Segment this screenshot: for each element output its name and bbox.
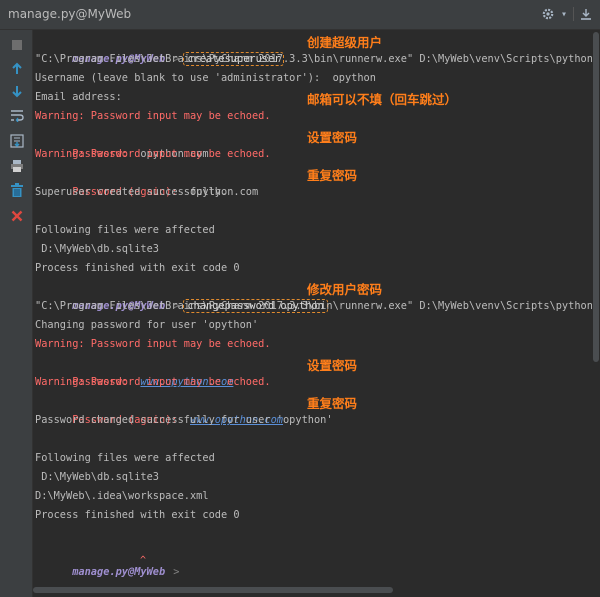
horizontal-scroll-thumb[interactable] <box>33 587 393 593</box>
annotation-change-password: 修改用户密码 <box>307 282 383 297</box>
prompt-line: manage.py@MyWeb > createsuperuser <box>35 31 285 66</box>
prompt-arrow: > <box>173 566 180 578</box>
console-line: D:\MyWeb\db.sqlite3 <box>35 471 159 483</box>
console-line: Changing password for user 'opython' <box>35 319 259 331</box>
header-actions: ▾ <box>541 5 592 23</box>
window-title: manage.py@MyWeb <box>8 7 132 21</box>
chevron-down-icon[interactable]: ▾ <box>561 5 567 23</box>
annotation-email-optional: 邮箱可以不填（回车跳过） <box>307 92 458 107</box>
scroll-down-icon[interactable] <box>8 83 25 100</box>
console-line: Password changed successfully for user '… <box>35 414 333 426</box>
vertical-scroll-thumb[interactable] <box>593 32 599 362</box>
input-caret[interactable]: ^ <box>140 551 146 570</box>
run-toolbar <box>0 30 33 597</box>
annotation-set-password: 设置密码 <box>307 130 358 145</box>
console-line: D:\MyWeb\db.sqlite3 <box>35 243 159 255</box>
password-line: Password: www.opython.com <box>35 354 233 388</box>
warning-line: Warning: Password input may be echoed. <box>35 338 271 350</box>
prompt-line: manage.py@MyWeb > <box>35 544 183 578</box>
console-line: "C:\Program Files\JetBrains\PyCharm 2017… <box>35 300 600 312</box>
horizontal-scrollbar[interactable] <box>33 585 592 595</box>
run-tool-window: manage.py@MyWeb ▾ manage.py@MyWeb > crea… <box>0 0 600 597</box>
console-line: Superuser created successfully. <box>35 186 228 198</box>
console-line: Following files were affected <box>35 224 215 236</box>
annotation-repeat-password: 重复密码 <box>307 396 358 411</box>
console-output[interactable]: manage.py@MyWeb > createsuperuser "C:\Prog… <box>33 30 600 597</box>
warning-line: Warning: Password input may be echoed. <box>35 110 271 122</box>
warning-line: Warning: Password input may be echoed. <box>35 148 271 160</box>
console-line: D:\MyWeb\.idea\workspace.xml <box>35 490 209 502</box>
console-line: Following files were affected <box>35 452 215 464</box>
password-again-line: Password (again): opython.com <box>35 164 258 198</box>
print-icon[interactable] <box>8 157 25 174</box>
warning-line: Warning: Password input may be echoed. <box>35 376 271 388</box>
prompt-label: manage.py@MyWeb <box>72 566 166 578</box>
annotation-set-password: 设置密码 <box>307 358 358 373</box>
download-icon[interactable] <box>580 5 592 23</box>
password-line: Password: opython.com <box>35 126 208 160</box>
soft-wrap-icon[interactable] <box>8 107 25 124</box>
stop-icon[interactable] <box>8 36 25 53</box>
console-line: Process finished with exit code 0 <box>35 509 240 521</box>
scroll-to-end-icon[interactable] <box>8 132 25 149</box>
vertical-scrollbar[interactable] <box>592 30 600 597</box>
console-line: Username (leave blank to use 'administra… <box>35 72 376 84</box>
gear-icon[interactable] <box>541 5 555 23</box>
close-icon[interactable] <box>8 207 25 224</box>
console-line: Process finished with exit code 0 <box>35 262 240 274</box>
header-separator <box>573 7 574 21</box>
annotation-create-superuser: 创建超级用户 <box>307 35 383 50</box>
scroll-up-icon[interactable] <box>8 60 25 77</box>
annotation-repeat-password: 重复密码 <box>307 168 358 183</box>
console-line: Email address: <box>35 91 122 103</box>
console-line: "C:\Program Files\JetBrains\PyCharm 2017… <box>35 53 600 65</box>
prompt-line: manage.py@MyWeb > changepassword opython <box>35 278 328 313</box>
password-again-line: Password (again): www.opython.com <box>35 392 283 426</box>
tool-window-header: manage.py@MyWeb ▾ <box>0 0 600 30</box>
trash-icon[interactable] <box>8 182 25 199</box>
